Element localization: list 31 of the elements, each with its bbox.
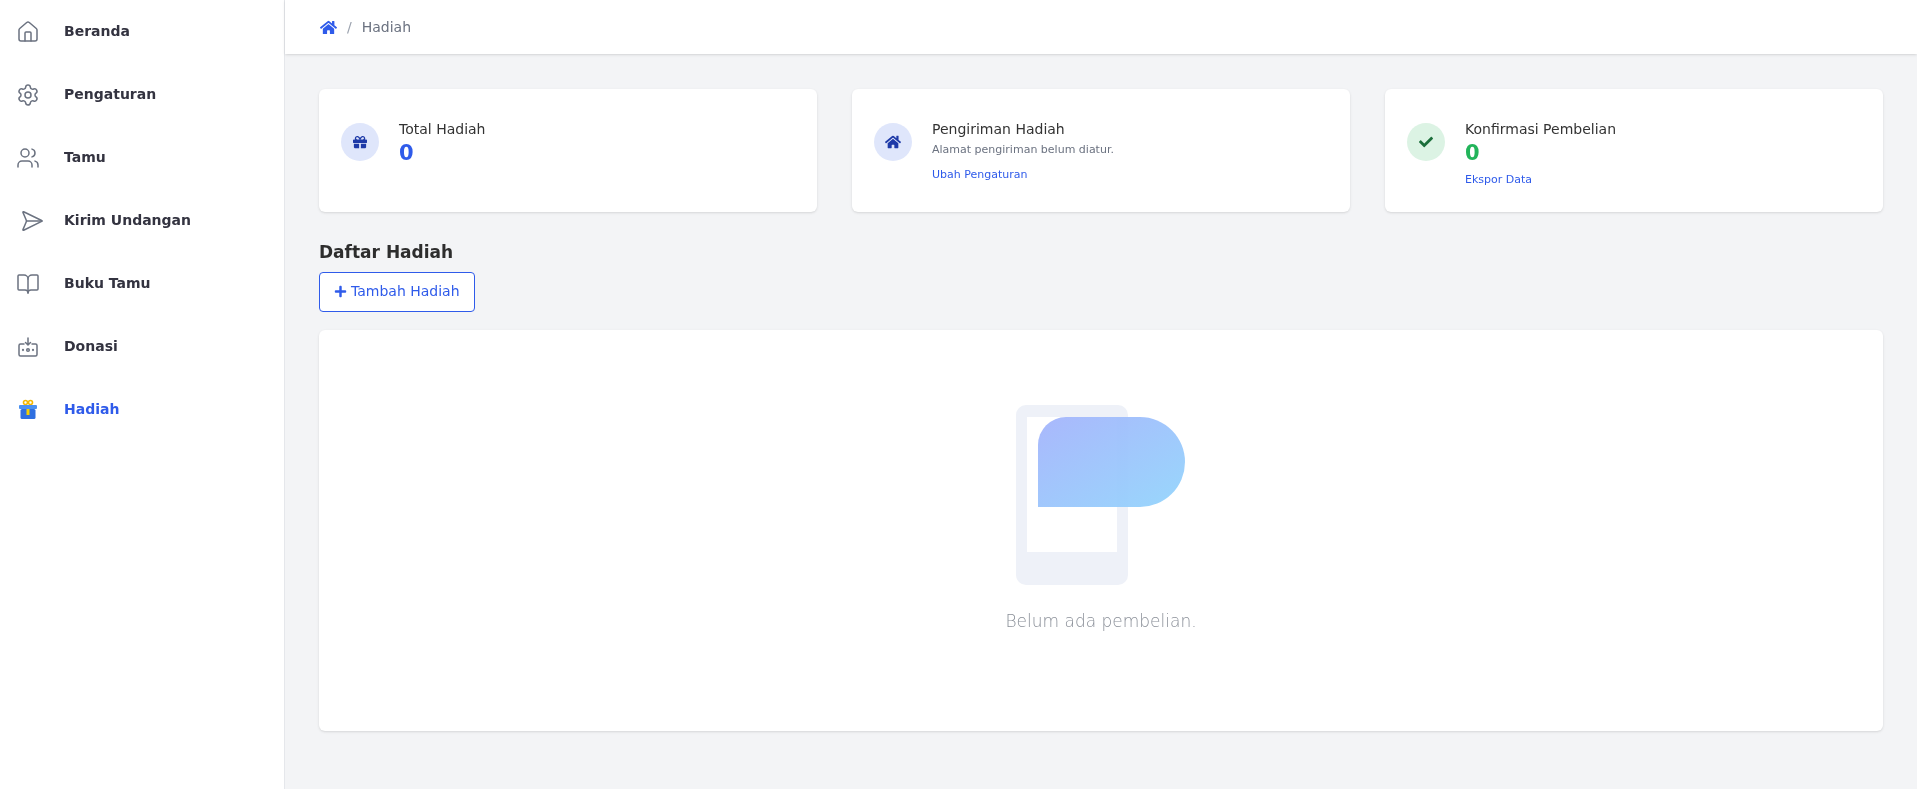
sidebar-item[interactable]: Tamu (0, 126, 284, 189)
sidebar-item[interactable]: Kirim Undangan (0, 189, 284, 252)
add-gift-button[interactable]: Tambah Hadiah (319, 271, 475, 312)
users-icon (16, 145, 40, 170)
home-icon (885, 134, 901, 150)
card-link[interactable]: Ekspor Data (1465, 172, 1617, 189)
sidebar-item[interactable]: Beranda (0, 0, 284, 63)
home-icon (16, 19, 40, 44)
card-link[interactable]: Ubah Pengaturan (932, 166, 1114, 183)
donation-box-icon (16, 334, 40, 359)
sidebar-item[interactable]: Buku Tamu (0, 252, 284, 315)
card-value: 0 (399, 140, 415, 167)
home-icon[interactable] (320, 18, 337, 36)
card-description: Alamat pengiriman belum diatur. (932, 142, 1114, 158)
sidebar-item[interactable]: Donasi (0, 315, 284, 378)
book-icon (16, 271, 40, 296)
breadcrumb-separator: / (347, 17, 352, 37)
card-title: Pengiriman Hadiah (932, 120, 1066, 139)
card-title: Konfirmasi Pembelian (1465, 120, 1617, 139)
card-title: Total Hadiah (399, 120, 486, 139)
sidebar-item[interactable]: Pengaturan (0, 63, 284, 126)
empty-message: Belum ada pembelian. (1005, 609, 1197, 633)
card-value: 0 (1465, 140, 1481, 167)
plus-icon (334, 285, 347, 298)
gift-icon (16, 397, 40, 422)
sidebar-item[interactable]: Hadiah (0, 378, 284, 441)
check-icon (1419, 135, 1433, 149)
section-title: Daftar Hadiah (319, 241, 455, 264)
gift-icon (353, 135, 367, 149)
breadcrumb-current: Hadiah (361, 17, 412, 37)
settings-icon (16, 82, 40, 107)
